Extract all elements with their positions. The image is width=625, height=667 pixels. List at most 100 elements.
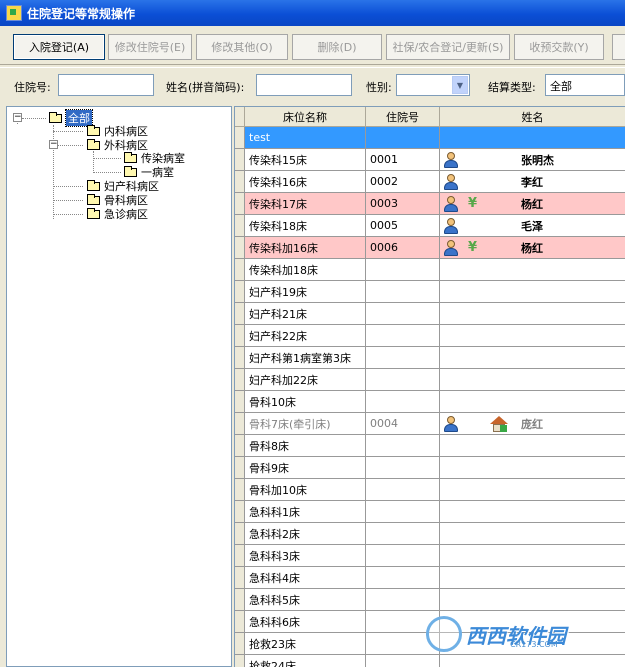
cell-bed-name[interactable]: 急科科6床 bbox=[245, 611, 366, 633]
cell-bed-name[interactable]: 传染科18床 bbox=[245, 215, 366, 237]
table-row[interactable]: 妇产科第1病室第3床 bbox=[235, 347, 625, 369]
tree-node-emergency[interactable]: 急诊病区 bbox=[87, 207, 148, 221]
tree-node-ward-one[interactable]: 一病室 bbox=[124, 165, 174, 179]
table-row[interactable]: 骨科10床 bbox=[235, 391, 625, 413]
cell-bed-name[interactable]: 骨科加10床 bbox=[245, 479, 366, 501]
cell-patient-name[interactable] bbox=[440, 435, 625, 457]
collapse-icon[interactable]: − bbox=[13, 113, 22, 122]
cell-admission-no[interactable]: 0001 bbox=[366, 149, 440, 171]
cell-bed-name[interactable]: 抢救24床 bbox=[245, 655, 366, 667]
insurance-register-button[interactable]: 社保/农合登记/更新(S) bbox=[386, 34, 510, 60]
row-header[interactable] bbox=[235, 127, 245, 149]
cell-bed-name[interactable]: 妇产科19床 bbox=[245, 281, 366, 303]
cell-bed-name[interactable]: 妇产科加22床 bbox=[245, 369, 366, 391]
row-header[interactable] bbox=[235, 215, 245, 237]
table-row[interactable]: 骨科加10床 bbox=[235, 479, 625, 501]
cell-bed-name[interactable]: 急科科1床 bbox=[245, 501, 366, 523]
cell-patient-name[interactable] bbox=[440, 303, 625, 325]
ward-tree[interactable]: − 全部 内科病区 − 外科病区 传染病室 一病室 妇产科病区 骨科病区 急诊病… bbox=[6, 106, 232, 667]
cell-patient-name[interactable] bbox=[440, 545, 625, 567]
row-header[interactable] bbox=[235, 303, 245, 325]
cell-bed-name[interactable]: test bbox=[245, 127, 366, 149]
cell-admission-no[interactable] bbox=[366, 655, 440, 667]
cell-patient-name[interactable] bbox=[440, 127, 625, 149]
cell-bed-name[interactable]: 急科科4床 bbox=[245, 567, 366, 589]
cell-admission-no[interactable]: 0005 bbox=[366, 215, 440, 237]
table-row[interactable]: 妇产科加22床 bbox=[235, 369, 625, 391]
row-header[interactable] bbox=[235, 325, 245, 347]
cell-patient-name[interactable] bbox=[440, 523, 625, 545]
cell-admission-no[interactable] bbox=[366, 127, 440, 149]
row-header[interactable] bbox=[235, 391, 245, 413]
row-header[interactable] bbox=[235, 149, 245, 171]
table-row[interactable]: 骨科9床 bbox=[235, 457, 625, 479]
cell-bed-name[interactable]: 妇产科21床 bbox=[245, 303, 366, 325]
cell-admission-no[interactable] bbox=[366, 589, 440, 611]
cell-patient-name[interactable] bbox=[440, 281, 625, 303]
cell-bed-name[interactable]: 骨科9床 bbox=[245, 457, 366, 479]
cell-patient-name[interactable] bbox=[440, 325, 625, 347]
cell-admission-no[interactable] bbox=[366, 369, 440, 391]
row-header[interactable] bbox=[235, 545, 245, 567]
collect-deposit-button[interactable]: 收预交款(Y) bbox=[514, 34, 604, 60]
edit-admission-no-button[interactable]: 修改住院号(E) bbox=[108, 34, 192, 60]
tree-node-infectious[interactable]: 传染病室 bbox=[124, 151, 185, 165]
cell-patient-name[interactable] bbox=[440, 655, 625, 667]
table-row[interactable]: 急科科1床 bbox=[235, 501, 625, 523]
cell-admission-no[interactable] bbox=[366, 523, 440, 545]
tree-node-internal[interactable]: 内科病区 bbox=[87, 124, 148, 138]
cell-admission-no[interactable] bbox=[366, 567, 440, 589]
row-header[interactable] bbox=[235, 457, 245, 479]
cell-admission-no[interactable] bbox=[366, 281, 440, 303]
edit-other-button[interactable]: 修改其他(O) bbox=[196, 34, 288, 60]
cell-bed-name[interactable]: 传染科17床 bbox=[245, 193, 366, 215]
tree-node-orthopedics[interactable]: 骨科病区 bbox=[87, 193, 148, 207]
cell-bed-name[interactable]: 传染科加18床 bbox=[245, 259, 366, 281]
table-row[interactable]: 急科科2床 bbox=[235, 523, 625, 545]
cell-admission-no[interactable]: 0002 bbox=[366, 171, 440, 193]
cell-admission-no[interactable] bbox=[366, 391, 440, 413]
cell-admission-no[interactable] bbox=[366, 479, 440, 501]
table-row[interactable]: test bbox=[235, 127, 625, 149]
name-input[interactable] bbox=[256, 74, 352, 96]
table-row[interactable]: 妇产科19床 bbox=[235, 281, 625, 303]
cell-patient-name[interactable] bbox=[440, 457, 625, 479]
table-row[interactable]: 传染科加16床 0006 ¥ 杨红 bbox=[235, 237, 625, 259]
row-header[interactable] bbox=[235, 171, 245, 193]
cell-patient-name[interactable] bbox=[440, 259, 625, 281]
cell-admission-no[interactable]: 0004 bbox=[366, 413, 440, 435]
row-header[interactable] bbox=[235, 281, 245, 303]
row-header[interactable] bbox=[235, 413, 245, 435]
settle-type-select[interactable]: 全部 bbox=[545, 74, 625, 96]
table-row[interactable]: 传染科16床 0002 李红 bbox=[235, 171, 625, 193]
row-header[interactable] bbox=[235, 259, 245, 281]
cell-bed-name[interactable]: 抢救23床 bbox=[245, 633, 366, 655]
admission-register-button[interactable]: 入院登记(A) bbox=[13, 34, 105, 60]
cell-patient-name[interactable] bbox=[440, 479, 625, 501]
cell-patient-name[interactable] bbox=[440, 369, 625, 391]
cell-bed-name[interactable]: 急科科3床 bbox=[245, 545, 366, 567]
delete-button[interactable]: 删除(D) bbox=[292, 34, 382, 60]
cell-admission-no[interactable] bbox=[366, 457, 440, 479]
tree-node-surgery[interactable]: 外科病区 bbox=[87, 138, 148, 152]
table-row[interactable]: 急科科4床 bbox=[235, 567, 625, 589]
cell-admission-no[interactable] bbox=[366, 435, 440, 457]
table-row[interactable]: 妇产科22床 bbox=[235, 325, 625, 347]
table-row[interactable]: 急科科3床 bbox=[235, 545, 625, 567]
cell-patient-name[interactable]: 毛泽 bbox=[440, 215, 625, 237]
cell-patient-name[interactable]: ¥ 杨红 bbox=[440, 193, 625, 215]
cell-bed-name[interactable]: 骨科7床(牵引床) bbox=[245, 413, 366, 435]
cell-patient-name[interactable] bbox=[440, 391, 625, 413]
table-row[interactable]: 骨科8床 bbox=[235, 435, 625, 457]
table-row[interactable]: 传染科18床 0005 毛泽 bbox=[235, 215, 625, 237]
cell-admission-no[interactable]: 0006 bbox=[366, 237, 440, 259]
row-header[interactable] bbox=[235, 655, 245, 667]
row-header[interactable] bbox=[235, 633, 245, 655]
cell-patient-name[interactable]: 张明杰 bbox=[440, 149, 625, 171]
tree-root[interactable]: 全部 bbox=[49, 109, 93, 127]
table-row[interactable]: 骨科7床(牵引床) 0004 庞红 bbox=[235, 413, 625, 435]
admission-no-input[interactable] bbox=[58, 74, 154, 96]
table-row[interactable]: 急科科5床 bbox=[235, 589, 625, 611]
cell-patient-name[interactable]: 庞红 bbox=[440, 413, 625, 435]
cell-bed-name[interactable]: 骨科10床 bbox=[245, 391, 366, 413]
